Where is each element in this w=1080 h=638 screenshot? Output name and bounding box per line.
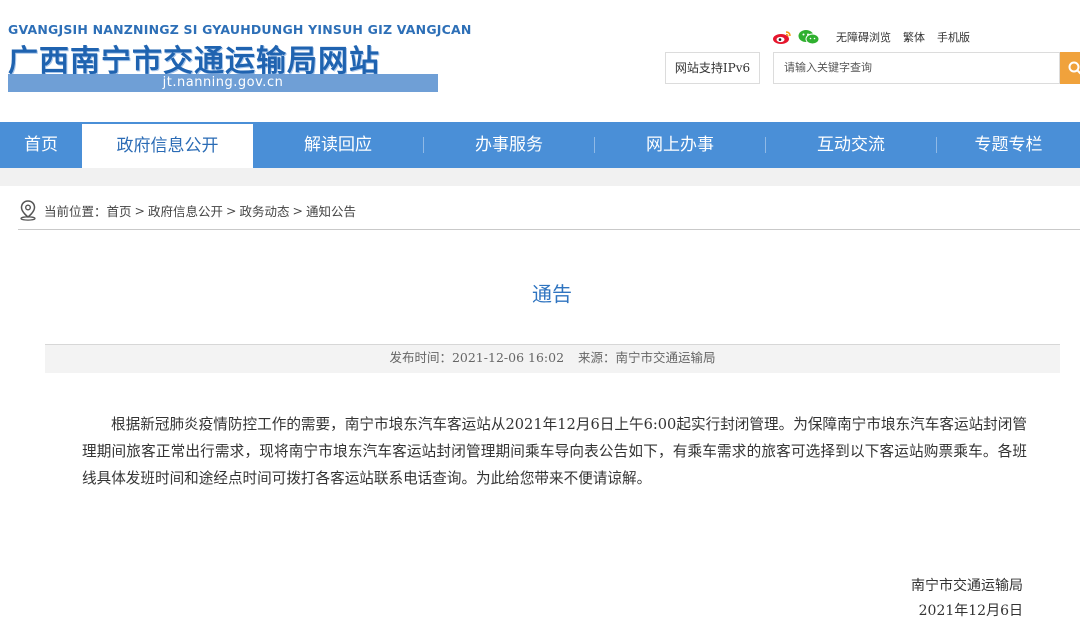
traditional-chinese-link[interactable]: 繁体 xyxy=(903,29,925,45)
breadcrumb-separator: > xyxy=(226,202,237,218)
breadcrumb-separator: > xyxy=(134,202,146,218)
article-signature-block: 南宁市交通运输局 2021年12月6日 xyxy=(911,574,1023,624)
article-source: 南宁市交通运输局 xyxy=(615,350,716,365)
signature-date: 2021年12月6日 xyxy=(918,603,1023,619)
nav-gov-info-disclosure[interactable]: 政府信息公开 xyxy=(82,124,253,168)
breadcrumb: 当前位置： 首页 > 政府信息公开 > 政务动态 > 通知公告 xyxy=(18,198,356,222)
publish-time: 2021-12-06 16:02 xyxy=(451,350,565,365)
mobile-version-link[interactable]: 手机版 xyxy=(937,29,970,45)
breadcrumb-notices[interactable]: 通知公告 xyxy=(306,201,356,220)
nav-special-topics[interactable]: 专题专栏 xyxy=(937,122,1080,168)
search-button[interactable] xyxy=(1060,52,1080,84)
article-title: 通告 xyxy=(532,282,572,306)
article-body: 根据新冠肺炎疫情防控工作的需要，南宁市埌东汽车客运站从2021年12月6日上午6… xyxy=(82,416,1027,487)
search-icon xyxy=(1068,61,1080,75)
nav-home[interactable]: 首页 xyxy=(0,122,82,168)
ipv6-badge: 网站支持IPv6 xyxy=(665,52,760,84)
nav-interaction[interactable]: 互动交流 xyxy=(766,122,936,168)
breadcrumb-home[interactable]: 首页 xyxy=(107,201,132,220)
logo-pinyin: GVANGJSIH NANZNINGZ SI GYAUHDUNGH YINSUH… xyxy=(8,22,472,37)
breadcrumb-divider xyxy=(18,229,1080,230)
breadcrumb-separator: > xyxy=(292,202,304,218)
logo-url: jt.nanning.gov.cn xyxy=(162,75,284,90)
signature-org: 南宁市交通运输局 xyxy=(911,578,1023,594)
nav-shadow-strip xyxy=(0,168,1080,186)
nav-interpretation-response[interactable]: 解读回应 xyxy=(253,122,423,168)
search-input[interactable]: 请输入关键字查询 xyxy=(773,52,1060,84)
location-icon xyxy=(20,200,36,221)
nav-online-services[interactable]: 网上办事 xyxy=(595,122,765,168)
article-meta: 发布时间：2021-12-06 16:02 来源：南宁市交通运输局 xyxy=(45,344,1060,372)
main-nav: 首页 政府信息公开 解读回应 办事服务 网上办事 互动交流 专题专栏 xyxy=(0,122,1080,168)
top-links: 无障碍浏览 繁体 手机版 xyxy=(772,28,970,46)
wechat-icon[interactable] xyxy=(798,29,820,45)
site-logo[interactable]: GVANGJSIH NANZNINGZ SI GYAUHDUNGH YINSUH… xyxy=(8,22,471,94)
publish-time-label: 发布时间： xyxy=(389,350,452,365)
breadcrumb-gov-news[interactable]: 政务动态 xyxy=(240,201,290,220)
nav-services[interactable]: 办事服务 xyxy=(424,122,594,168)
source-label: 来源： xyxy=(578,350,616,365)
breadcrumb-gov-info[interactable]: 政府信息公开 xyxy=(148,201,223,220)
weibo-icon[interactable] xyxy=(772,29,792,45)
breadcrumb-prefix: 当前位置： xyxy=(44,203,107,219)
accessibility-link[interactable]: 无障碍浏览 xyxy=(836,29,891,45)
